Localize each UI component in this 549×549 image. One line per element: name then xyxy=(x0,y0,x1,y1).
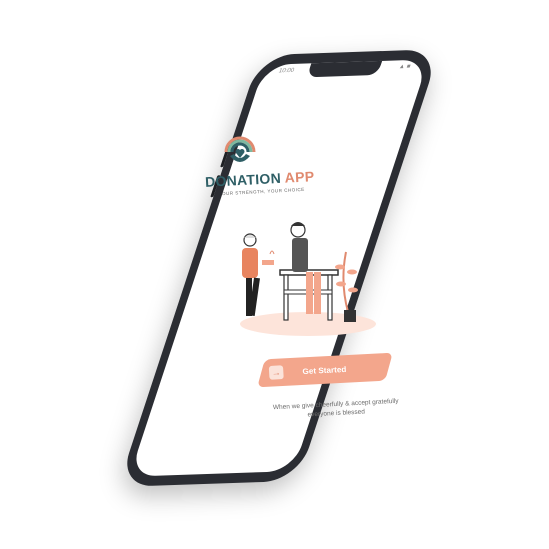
notch xyxy=(306,59,383,78)
arrow-right-icon: → xyxy=(268,365,284,380)
donation-logo-icon xyxy=(222,132,258,168)
status-time: 10:00 xyxy=(277,67,295,75)
status-icons: ▲ ■ xyxy=(397,63,412,71)
app-title-part2: APP xyxy=(280,168,315,186)
get-started-label: Get Started xyxy=(302,364,348,376)
donation-illustration xyxy=(228,212,388,342)
